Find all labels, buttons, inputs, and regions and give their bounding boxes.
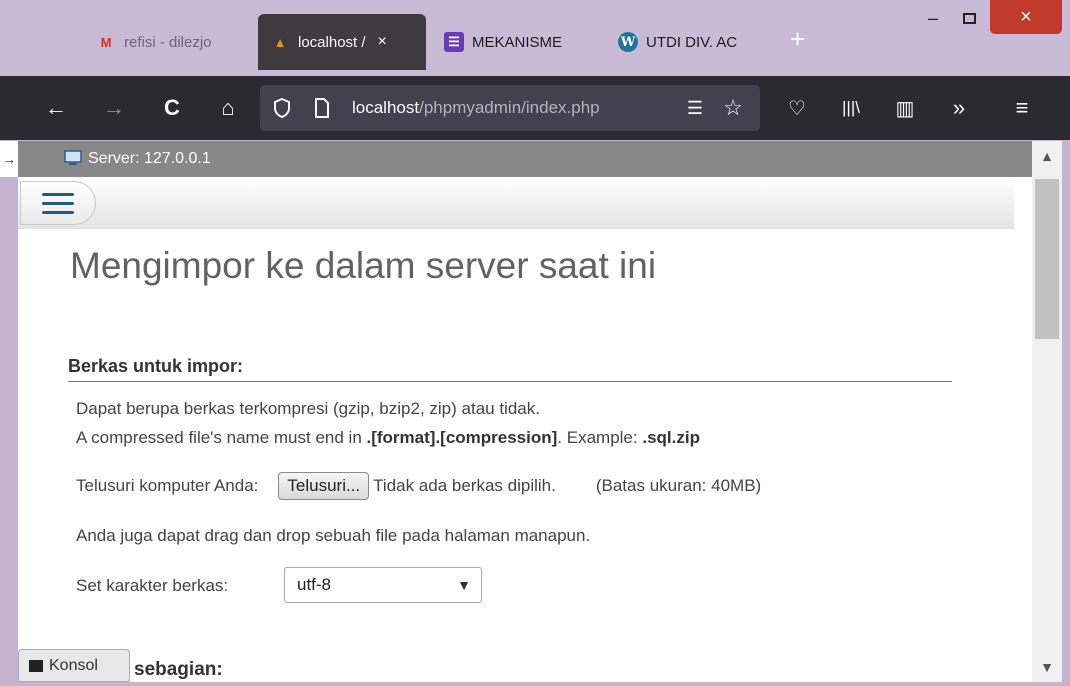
navigation-toggle-arrow[interactable]: → xyxy=(0,141,18,177)
console-icon xyxy=(29,659,43,672)
no-file-text: Tidak ada berkas dipilih. xyxy=(373,476,556,495)
sidebar-icon[interactable]: ▥ xyxy=(888,76,922,140)
section-heading: Berkas untuk impor: xyxy=(68,356,952,382)
forms-icon: ☰ xyxy=(444,32,464,52)
drag-drop-hint: Anda juga dapat drag dan drop sebuah fil… xyxy=(76,526,591,545)
tab-strip: M refisi - dilezjo ▲ localhost / × ☰ MEK… xyxy=(0,0,1070,76)
compression-hint: A compressed file's name must end in .[f… xyxy=(76,428,700,447)
tab-gmail[interactable]: M refisi - dilezjo xyxy=(84,14,254,70)
forward-button[interactable]: → xyxy=(96,76,132,140)
menu-icon[interactable]: ≡ xyxy=(1004,76,1040,140)
navigation-bar: ← → C ⌂ localhost/phpmyadmin/index.php ☰… xyxy=(0,76,1070,140)
close-window-button[interactable]: × xyxy=(990,0,1062,34)
tab-title: UTDI DIV. AC xyxy=(646,33,738,51)
tab-title: refisi - dilezjo xyxy=(124,33,212,51)
charset-select[interactable]: utf-8 ▼ xyxy=(284,567,482,603)
size-limit: (Batas ukuran: 40MB) xyxy=(595,476,762,495)
server-label[interactable]: Server: 127.0.0.1 xyxy=(88,141,211,177)
browse-row: Telusuri komputer Anda: Telusuri... Tidak … xyxy=(76,472,761,500)
charset-label: Set karakter berkas: xyxy=(76,576,229,595)
gmail-icon: M xyxy=(100,34,112,50)
shield-icon[interactable] xyxy=(268,85,296,131)
library-icon[interactable]: |||\ xyxy=(834,76,868,140)
server-breadcrumb: Server: 127.0.0.1 xyxy=(18,141,1032,177)
reload-button[interactable]: C xyxy=(154,76,190,140)
console-label: Konsol xyxy=(49,656,98,674)
hamburger-menu-button[interactable] xyxy=(20,181,96,225)
tab-title: MEKANISME xyxy=(472,33,563,51)
vertical-scrollbar[interactable]: ▲ ▼ xyxy=(1032,141,1062,682)
url-bar[interactable]: localhost/phpmyadmin/index.php ☰ ☆ xyxy=(260,85,760,131)
maximize-icon xyxy=(962,12,976,24)
back-button[interactable]: ← xyxy=(38,76,74,140)
minimize-button[interactable]: – xyxy=(915,0,951,36)
pocket-icon[interactable]: ♡ xyxy=(780,76,814,140)
charset-value: utf-8 xyxy=(297,575,332,594)
scroll-down-icon[interactable]: ▼ xyxy=(1032,654,1062,680)
tab-mekanisme[interactable]: ☰ MEKANISME xyxy=(432,14,602,70)
page-icon[interactable] xyxy=(308,85,336,131)
page-title: Mengimpor ke dalam server saat ini xyxy=(70,245,657,286)
phpmyadmin-icon: ▲ xyxy=(273,34,287,50)
bookmark-star-icon[interactable]: ☆ xyxy=(718,85,748,131)
browse-button[interactable]: Telusuri... xyxy=(278,472,370,500)
chevron-down-icon: ▼ xyxy=(457,577,471,593)
browser-window: M refisi - dilezjo ▲ localhost / × ☰ MEK… xyxy=(0,0,1070,686)
new-tab-button[interactable]: + xyxy=(790,26,805,52)
server-icon xyxy=(64,150,82,165)
maximize-button[interactable] xyxy=(953,0,985,36)
tab-title: localhost / xyxy=(298,33,366,51)
browse-label: Telusuri komputer Anda: xyxy=(76,476,259,495)
home-button[interactable]: ⌂ xyxy=(210,76,246,140)
url-text[interactable]: localhost/phpmyadmin/index.php xyxy=(352,85,602,131)
wordpress-icon: W xyxy=(618,32,638,52)
scrollbar-thumb[interactable] xyxy=(1035,179,1059,339)
overflow-icon[interactable]: » xyxy=(942,76,976,140)
tab-utdi[interactable]: W UTDI DIV. AC xyxy=(606,14,776,70)
page-content: Server: 127.0.0.1 Mengimpor ke dalam ser… xyxy=(18,141,1032,682)
partial-import-heading: sebagian: xyxy=(134,659,223,680)
url-path: /phpmyadmin/index.php xyxy=(419,98,600,117)
scroll-up-icon[interactable]: ▲ xyxy=(1032,143,1062,169)
close-tab-icon[interactable]: × xyxy=(378,33,387,51)
file-description: Dapat berupa berkas terkompresi (gzip, b… xyxy=(76,399,540,418)
console-button[interactable]: Konsol xyxy=(18,649,130,682)
top-toolbar xyxy=(18,177,1014,229)
url-host: localhost xyxy=(352,98,420,117)
tab-phpmyadmin[interactable]: ▲ localhost / × xyxy=(258,14,426,70)
reader-view-icon[interactable]: ☰ xyxy=(680,85,710,131)
